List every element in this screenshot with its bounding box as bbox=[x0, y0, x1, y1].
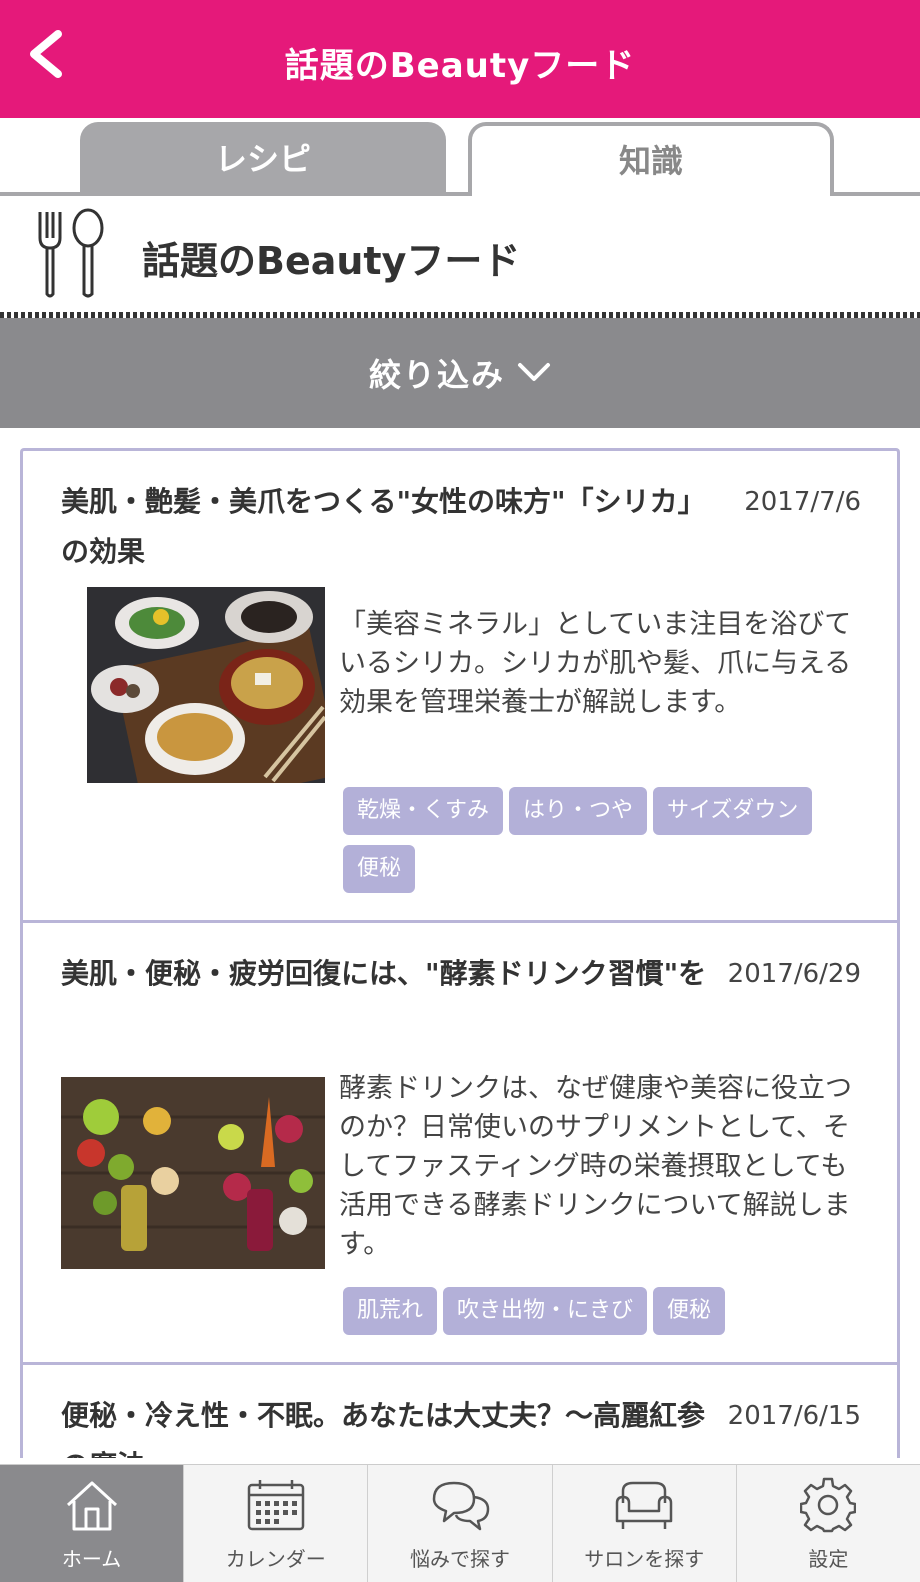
nav-label: 悩みで探す bbox=[410, 1547, 510, 1571]
article-title: 美肌・便秘・疲労回復には、"酵素ドリンク習慣"を bbox=[61, 957, 707, 990]
tag-list: 乾燥・くすみ はり・つや サイズダウン便秘 bbox=[343, 787, 863, 903]
article-date: 2017/7/6 bbox=[744, 487, 861, 517]
nav-label: 設定 bbox=[808, 1547, 849, 1571]
tag[interactable]: 吹き出物・にきび bbox=[443, 1287, 648, 1335]
nav-label: カレンダー bbox=[225, 1547, 326, 1571]
section-header: 話題のBeautyフード bbox=[0, 196, 920, 314]
nav-salon[interactable]: サロンを探す bbox=[551, 1465, 736, 1582]
article-description: 「美容ミネラル」としていま注目を浴びているシリカ。シリカが肌や髪、爪に与える効果… bbox=[339, 609, 852, 718]
chevron-down-icon bbox=[518, 363, 550, 381]
tag[interactable]: 便秘 bbox=[653, 1287, 726, 1335]
nav-home[interactable]: ホーム bbox=[0, 1465, 184, 1582]
section-title: 話題のBeautyフード bbox=[142, 239, 521, 283]
gear-icon bbox=[800, 1477, 857, 1533]
sofa-icon bbox=[615, 1481, 673, 1529]
article-title: 美肌・艶髪・美爪をつくる"女性の味方"「シリカ」の効果 bbox=[61, 485, 706, 568]
filter-label: 絞り込み bbox=[368, 356, 505, 394]
japanese-meal-image bbox=[87, 587, 325, 783]
article-date: 2017/6/15 bbox=[727, 1401, 861, 1431]
tab-recipe[interactable]: レシピ bbox=[80, 122, 446, 196]
bottom-navigation: ホーム カレンダー 悩みで探す サロンを探す 設定 bbox=[0, 1464, 920, 1582]
page-title: 話題のBeautyフード bbox=[284, 46, 636, 86]
article-description: 酵素ドリンクは、なぜ健康や美容に役立つのか？日常使いのサプリメントとして、そして… bbox=[339, 1073, 852, 1260]
nav-worries[interactable]: 悩みで探す bbox=[367, 1465, 551, 1582]
article-card[interactable]: 便秘・冷え性・不眠。あなたは大丈夫？〜高麗紅参の魔法 2017/6/15 bbox=[23, 1365, 897, 1458]
tab-bar: レシピ 知識 bbox=[0, 118, 920, 196]
tag[interactable]: はり・つや bbox=[509, 787, 648, 835]
fruit-drinks-image bbox=[61, 1077, 325, 1269]
fork-spoon-icon bbox=[38, 208, 104, 298]
nav-label: ホーム bbox=[61, 1547, 122, 1571]
article-thumbnail bbox=[87, 587, 325, 783]
article-thumbnail bbox=[61, 1077, 325, 1269]
chat-bubbles-icon bbox=[432, 1481, 490, 1531]
article-date: 2017/6/29 bbox=[727, 959, 861, 989]
article-title: 便秘・冷え性・不眠。あなたは大丈夫？〜高麗紅参の魔法 bbox=[61, 1399, 706, 1458]
tag[interactable]: 肌荒れ bbox=[343, 1287, 438, 1335]
article-card[interactable]: 美肌・便秘・疲労回復には、"酵素ドリンク習慣"を 2017/6/29 酵素ドリン… bbox=[23, 923, 897, 1365]
nav-settings[interactable]: 設定 bbox=[735, 1465, 920, 1582]
tag[interactable]: 乾燥・くすみ bbox=[343, 787, 504, 835]
app-header: 話題のBeautyフード bbox=[0, 0, 920, 118]
article-list: 美肌・艶髪・美爪をつくる"女性の味方"「シリカ」の効果 2017/7/6 「美容… bbox=[20, 448, 900, 1458]
tag[interactable]: サイズダウン bbox=[653, 787, 813, 835]
tag-list: 肌荒れ 吹き出物・にきび 便秘 bbox=[343, 1287, 863, 1345]
filter-toggle[interactable]: 絞り込み bbox=[0, 318, 920, 428]
nav-calendar[interactable]: カレンダー bbox=[183, 1465, 367, 1582]
tab-knowledge[interactable]: 知識 bbox=[468, 122, 834, 196]
tag[interactable]: 便秘 bbox=[343, 845, 416, 893]
calendar-icon bbox=[247, 1480, 305, 1531]
article-card[interactable]: 美肌・艶髪・美爪をつくる"女性の味方"「シリカ」の効果 2017/7/6 「美容… bbox=[23, 451, 897, 923]
nav-label: サロンを探す bbox=[584, 1547, 705, 1571]
home-icon bbox=[66, 1481, 117, 1531]
